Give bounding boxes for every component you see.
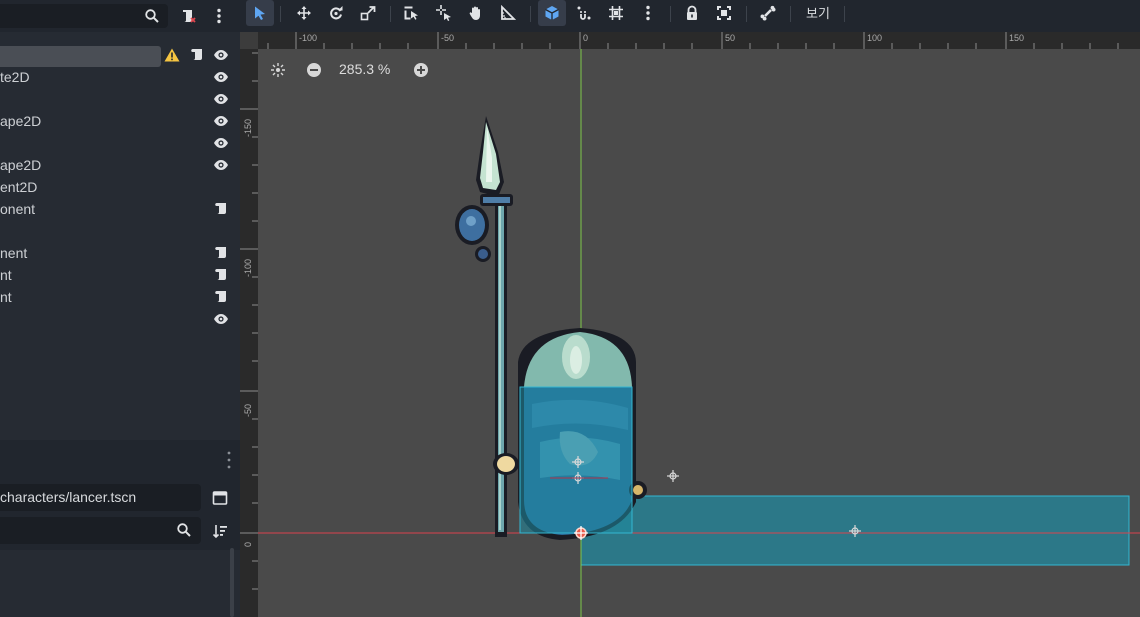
pan-tool[interactable] bbox=[462, 0, 490, 26]
bone-button[interactable] bbox=[754, 0, 782, 26]
script-icon[interactable] bbox=[189, 47, 205, 63]
select-tool[interactable] bbox=[246, 0, 274, 26]
ruler-icon bbox=[500, 5, 516, 21]
list-select-tool[interactable] bbox=[397, 0, 425, 26]
toolbar-separator bbox=[530, 6, 531, 22]
visibility-eye-icon[interactable] bbox=[213, 158, 229, 172]
pivot-icon bbox=[436, 5, 452, 21]
lock-button[interactable] bbox=[678, 0, 706, 26]
scale-icon bbox=[360, 5, 376, 21]
canvas-toolbar: 보기 bbox=[240, 0, 1140, 32]
zoom-in-icon[interactable] bbox=[413, 62, 429, 78]
tree-row[interactable]: nt bbox=[0, 264, 240, 286]
tree-row-label: te2D bbox=[0, 69, 30, 85]
visibility-eye-icon[interactable] bbox=[213, 92, 229, 106]
attach-script-icon[interactable] bbox=[176, 4, 200, 28]
script-icon[interactable] bbox=[213, 267, 229, 283]
rotate-tool[interactable] bbox=[322, 0, 350, 26]
tree-row[interactable]: ape2D bbox=[0, 154, 240, 176]
tree-row[interactable]: nt bbox=[0, 286, 240, 308]
tree-row[interactable] bbox=[0, 44, 240, 67]
script-icon[interactable] bbox=[213, 201, 229, 217]
pan-icon bbox=[468, 5, 484, 21]
toolbar-separator bbox=[280, 6, 281, 22]
pivot-tool[interactable] bbox=[430, 0, 458, 26]
snap-options-button[interactable] bbox=[570, 0, 598, 26]
tree-row-label: nt bbox=[0, 289, 12, 305]
scene-filter-input[interactable] bbox=[0, 4, 168, 28]
zoom-level[interactable]: 285.3 % bbox=[339, 61, 390, 77]
toolbar-separator bbox=[790, 6, 791, 22]
grid-snap-toggle[interactable] bbox=[602, 0, 630, 26]
filesystem-file-list[interactable] bbox=[0, 550, 240, 617]
tree-row-label: nent bbox=[0, 245, 28, 261]
tree-row-label: ent2D bbox=[0, 179, 38, 195]
script-icon[interactable] bbox=[213, 245, 229, 261]
select-icon bbox=[252, 5, 268, 21]
smart-snap-toggle[interactable] bbox=[538, 0, 566, 26]
tree-row[interactable]: nent bbox=[0, 242, 240, 264]
tree-row-label: ape2D bbox=[0, 157, 42, 173]
visibility-eye-icon[interactable] bbox=[213, 48, 229, 62]
visibility-eye-icon[interactable] bbox=[213, 114, 229, 128]
more-icon bbox=[646, 5, 650, 21]
smart-snap-icon bbox=[544, 5, 560, 21]
tree-row[interactable]: ent2D bbox=[0, 176, 240, 198]
tree-row-label: nt bbox=[0, 267, 12, 283]
toolbar-separator bbox=[390, 6, 391, 22]
move-tool[interactable] bbox=[290, 0, 318, 26]
move-icon bbox=[296, 5, 312, 21]
tree-row[interactable]: ape2D bbox=[0, 110, 240, 132]
filesystem-path-field[interactable]: characters/lancer.tscn bbox=[0, 484, 201, 511]
scene-dock: te2D ape2D ape2D ent2D onent nent nt nt … bbox=[0, 0, 240, 617]
canvas-viewport[interactable]: -100 -50 0 50 100 150 -150 -100 -50 0 28… bbox=[240, 32, 1140, 617]
tree-row[interactable]: te2D bbox=[0, 66, 240, 88]
toolbar-separator bbox=[844, 6, 845, 22]
toolbar-separator bbox=[746, 6, 747, 22]
filesystem-search-input[interactable] bbox=[0, 517, 201, 544]
dock-menu-icon[interactable] bbox=[207, 4, 231, 28]
tree-row-label: ape2D bbox=[0, 113, 42, 129]
warning-icon[interactable] bbox=[164, 48, 180, 62]
tree-row[interactable] bbox=[0, 132, 240, 154]
tree-row[interactable] bbox=[0, 308, 240, 330]
snap-more-button[interactable] bbox=[634, 0, 662, 26]
toolbar-separator bbox=[670, 6, 671, 22]
scene-dock-toolbar bbox=[0, 0, 240, 32]
snap-options-icon bbox=[576, 5, 592, 21]
rotate-icon bbox=[328, 5, 344, 21]
visibility-eye-icon[interactable] bbox=[213, 70, 229, 84]
tree-row[interactable]: onent bbox=[0, 198, 240, 220]
search-icon bbox=[144, 8, 160, 24]
godot-editor: te2D ape2D ape2D ent2D onent nent nt nt … bbox=[0, 0, 1140, 617]
selection-highlight bbox=[0, 46, 161, 67]
bone-icon bbox=[760, 5, 776, 21]
search-icon bbox=[176, 522, 192, 538]
grid-icon bbox=[608, 5, 624, 21]
script-icon[interactable] bbox=[213, 289, 229, 305]
center-view-icon[interactable] bbox=[270, 62, 286, 78]
filesystem-scrollbar[interactable] bbox=[230, 548, 234, 617]
scene-canvas[interactable] bbox=[240, 32, 1140, 617]
list-select-icon bbox=[403, 5, 419, 21]
scene-tree[interactable]: te2D ape2D ape2D ent2D onent nent nt nt bbox=[0, 32, 240, 440]
visibility-eye-icon[interactable] bbox=[213, 312, 229, 326]
tree-row[interactable] bbox=[0, 220, 240, 242]
lock-icon bbox=[684, 5, 700, 21]
ruler-tool[interactable] bbox=[494, 0, 522, 26]
group-button[interactable] bbox=[710, 0, 738, 26]
lancer-sprite[interactable] bbox=[455, 116, 647, 540]
sort-icon[interactable] bbox=[208, 519, 232, 543]
tree-row-label: onent bbox=[0, 201, 36, 217]
view-menu-button[interactable]: 보기 bbox=[800, 4, 836, 24]
split-grip-icon[interactable] bbox=[226, 450, 232, 470]
scale-tool[interactable] bbox=[354, 0, 382, 26]
zoom-out-icon[interactable] bbox=[306, 62, 322, 78]
group-icon bbox=[716, 5, 732, 21]
tree-row[interactable] bbox=[0, 88, 240, 110]
dock-split-bar bbox=[0, 440, 240, 476]
toggle-split-view-icon[interactable] bbox=[208, 486, 232, 510]
visibility-eye-icon[interactable] bbox=[213, 136, 229, 150]
